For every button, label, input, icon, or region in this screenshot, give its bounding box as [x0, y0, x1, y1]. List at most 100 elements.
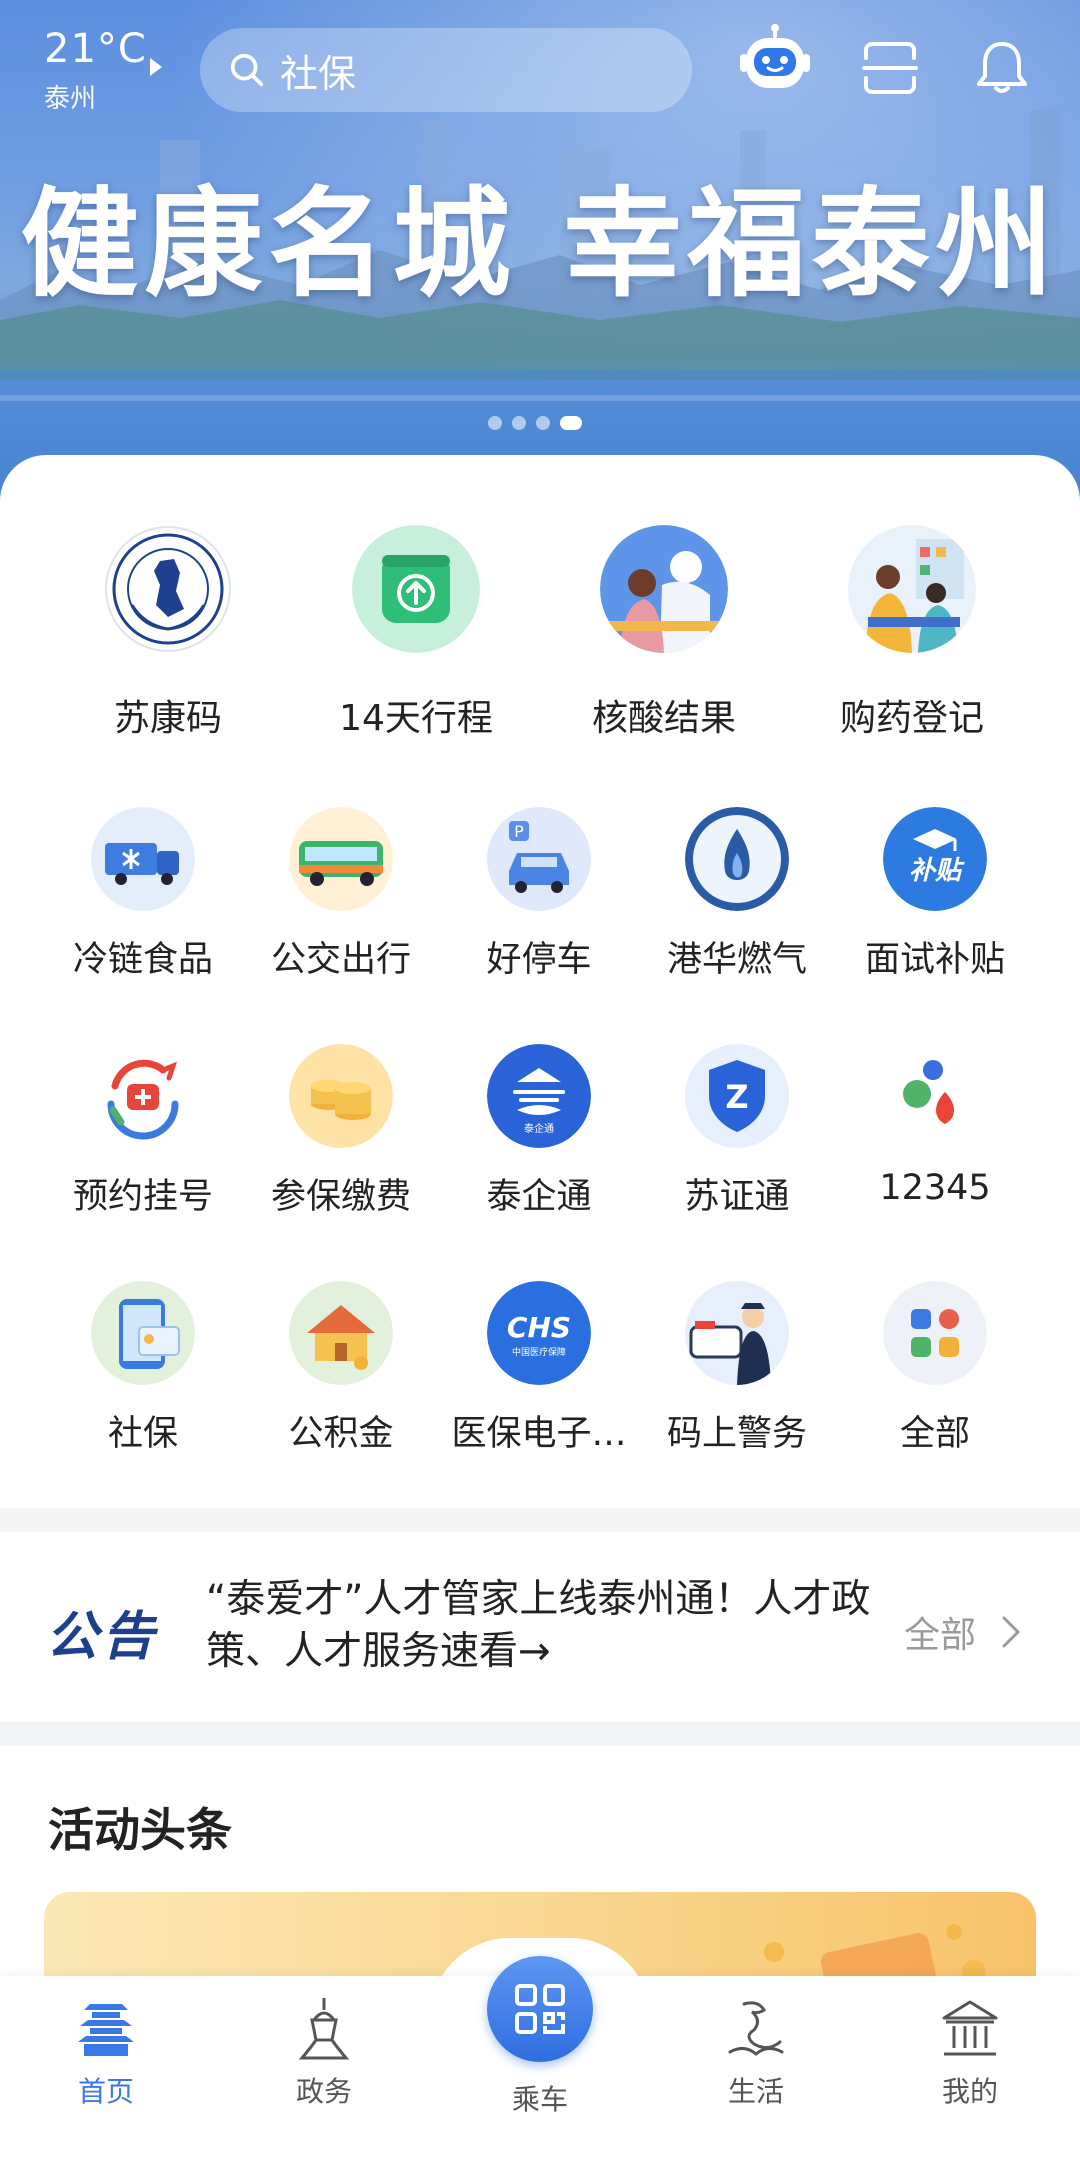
nav-label: 政务 — [295, 2075, 352, 2108]
nav-ride-label[interactable]: 乘车 — [480, 2078, 600, 2118]
nav-label: 生活 — [727, 2075, 784, 2108]
travel-record-icon — [352, 525, 480, 653]
carousel-dot — [488, 416, 502, 430]
robot-assistant-icon[interactable] — [738, 22, 812, 102]
chevron-right-icon[interactable] — [1000, 1614, 1024, 1650]
service-label: 苏证通 — [684, 1177, 790, 1217]
search-bar[interactable]: 社保 — [200, 28, 692, 112]
service-14day-trip[interactable]: 14天行程 — [292, 525, 540, 741]
nav-label: 首页 — [77, 2075, 134, 2108]
services-card: 苏康码 14天行程 核酸结果 购药登记 冷链食品 公交出行 P 好停车 港华燃气… — [0, 455, 1080, 1505]
service-insurance-payment[interactable]: 参保缴费 — [242, 1044, 440, 1219]
scan-icon[interactable] — [862, 40, 918, 96]
activity-section-title: 活动头条 — [48, 1803, 232, 1857]
svg-text:Z: Z — [725, 1078, 748, 1116]
bell-icon[interactable] — [972, 38, 1032, 98]
search-placeholder: 社保 — [280, 51, 357, 96]
svg-text:中国医疗保障: 中国医疗保障 — [512, 1346, 566, 1358]
nucleic-test-icon — [600, 525, 728, 653]
cold-chain-truck-icon — [91, 807, 195, 911]
service-label: 泰企通 — [486, 1177, 592, 1217]
weather-widget[interactable]: 21°C 泰州 — [44, 26, 147, 115]
service-label: 医保电子… — [451, 1414, 627, 1454]
coins-icon — [289, 1044, 393, 1148]
caret-right-icon[interactable] — [150, 58, 162, 76]
bus-icon — [289, 807, 393, 911]
service-housing-fund[interactable]: 公积金 — [242, 1281, 440, 1456]
health-code-emblem-icon — [105, 526, 231, 652]
notice-all-link[interactable]: 全部 — [904, 1606, 976, 1658]
notice-bar[interactable]: 公告 “泰爱才”人才管家上线泰州通！人才政策、人才服务速看→ 全部 — [0, 1532, 1080, 1722]
ride-button[interactable] — [487, 1956, 593, 2062]
hospital-appointment-icon — [91, 1044, 195, 1148]
banner-slogan: 健康名城 幸福泰州 — [20, 175, 1060, 313]
service-label: 冷链食品 — [72, 940, 213, 980]
service-interview-subsidy[interactable]: 补贴 面试补贴 — [836, 807, 1034, 982]
nav-label: 我的 — [941, 2075, 998, 2108]
nav-mine[interactable]: 我的 — [910, 1996, 1030, 2110]
parking-car-icon: P — [487, 807, 591, 911]
service-taiqitong[interactable]: 泰企通 泰企通 — [440, 1044, 638, 1219]
service-nucleic-result[interactable]: 核酸结果 — [540, 525, 788, 741]
chs-medical-insurance-icon: CHS 中国医疗保障 — [487, 1281, 591, 1385]
notice-tag: 公告 — [46, 1607, 159, 1667]
home-tower-icon — [78, 2004, 134, 2056]
section-divider — [0, 1508, 1080, 1532]
service-medical-insurance[interactable]: CHS 中国医疗保障 医保电子… — [440, 1281, 638, 1456]
svg-text:P: P — [514, 822, 524, 841]
carousel-dot — [536, 416, 550, 430]
service-label: 核酸结果 — [591, 698, 736, 739]
ride-qr-icon — [515, 1984, 565, 2034]
housing-fund-house-icon — [289, 1281, 393, 1385]
service-12345[interactable]: 12345 — [836, 1044, 1034, 1219]
social-security-card-icon — [91, 1281, 195, 1385]
suzhengtong-icon: Z — [685, 1044, 789, 1148]
nav-government[interactable]: 政务 — [264, 1996, 384, 2110]
all-apps-grid-icon — [883, 1281, 987, 1385]
service-label: 面试补贴 — [864, 940, 1005, 980]
interview-subsidy-icon: 补贴 — [883, 807, 987, 911]
service-all[interactable]: 全部 — [836, 1281, 1034, 1456]
service-label: 港华燃气 — [666, 940, 807, 980]
service-label: 购药登记 — [839, 698, 984, 739]
service-label: 社保 — [107, 1414, 178, 1454]
featured-services: 苏康码 14天行程 核酸结果 购药登记 — [0, 525, 1080, 741]
service-social-security[interactable]: 社保 — [44, 1281, 242, 1456]
museum-icon — [942, 2000, 998, 2056]
hotline-12345-icon — [883, 1044, 987, 1148]
svg-text:泰企通: 泰企通 — [524, 1122, 554, 1135]
service-label: 12345 — [879, 1168, 991, 1208]
nav-life[interactable]: 生活 — [696, 1996, 816, 2110]
svg-text:CHS: CHS — [507, 1311, 571, 1344]
service-label: 14天行程 — [339, 698, 493, 739]
service-cold-chain[interactable]: 冷链食品 — [44, 807, 242, 982]
nav-home[interactable]: 首页 — [46, 1996, 166, 2110]
service-gas[interactable]: 港华燃气 — [638, 807, 836, 982]
carousel-dot — [512, 416, 526, 430]
search-icon — [230, 53, 264, 87]
service-label: 全部 — [899, 1414, 970, 1454]
gas-flame-icon — [685, 807, 789, 911]
service-label: 公积金 — [288, 1414, 394, 1454]
service-appointment[interactable]: 预约挂号 — [44, 1044, 242, 1219]
notice-text[interactable]: “泰爱才”人才管家上线泰州通！人才政策、人才服务速看→ — [206, 1574, 886, 1678]
service-label: 参保缴费 — [270, 1177, 411, 1217]
service-suzhengtong[interactable]: Z 苏证通 — [638, 1044, 836, 1219]
service-police[interactable]: 码上警务 — [638, 1281, 836, 1456]
service-label: 好停车 — [486, 940, 592, 980]
temperature: 21°C — [44, 26, 147, 72]
carousel-indicator — [488, 416, 582, 430]
government-tower-icon — [298, 1998, 350, 2060]
city-name: 泰州 — [44, 84, 97, 114]
service-parking[interactable]: P 好停车 — [440, 807, 638, 982]
police-icon — [685, 1281, 789, 1385]
taiqitong-icon: 泰企通 — [487, 1044, 591, 1148]
service-sukangma[interactable]: 苏康码 — [44, 525, 292, 741]
carousel-dot-active — [560, 416, 582, 430]
service-grid: 冷链食品 公交出行 P 好停车 港华燃气 补贴 面试补贴 预约挂号 参保缴费 泰… — [44, 807, 1044, 1456]
hero-banner[interactable]: 21°C 泰州 社保 健康名城 幸福泰州 — [0, 0, 1080, 520]
service-medicine-registration[interactable]: 购药登记 — [788, 525, 1036, 741]
service-label: 码上警务 — [666, 1414, 807, 1454]
service-bus[interactable]: 公交出行 — [242, 807, 440, 982]
medicine-registration-icon — [848, 525, 976, 653]
